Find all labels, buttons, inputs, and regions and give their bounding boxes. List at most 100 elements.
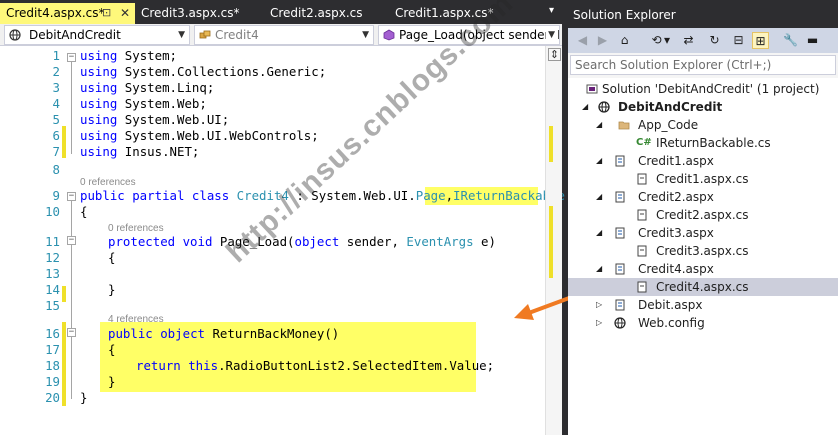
refresh-icon[interactable]: ↻ xyxy=(706,32,723,49)
expander-icon[interactable]: ◢ xyxy=(596,224,602,242)
tree-node-label: Web.config xyxy=(638,316,705,330)
codelens-references[interactable]: 0 references xyxy=(108,223,164,234)
code-line-6: using System.Web.UI.WebControls; xyxy=(80,128,319,143)
forward-icon[interactable]: ▶ xyxy=(594,32,611,49)
expander-icon[interactable]: ◢ xyxy=(596,188,602,206)
change-marker xyxy=(62,322,66,406)
scrollbar-change-marker xyxy=(549,206,553,278)
tree-node-label: Credit2.aspx xyxy=(638,190,714,204)
tree-node-codebehind[interactable]: Credit3.aspx.cs xyxy=(568,242,838,260)
tree-node-codebehind-selected[interactable]: Credit4.aspx.cs xyxy=(568,278,838,296)
line-number: 13 xyxy=(45,266,60,281)
project-dropdown[interactable]: DebitAndCredit ▼ xyxy=(4,25,190,45)
tree-node-page[interactable]: ▷ Debit.aspx xyxy=(568,296,838,314)
tab-credit4-aspx-cs[interactable]: Credit4.aspx.cs* ⊡ ✕ xyxy=(0,3,135,24)
tree-node-folder[interactable]: ◢ App_Code xyxy=(568,116,838,134)
expander-icon[interactable]: ◢ xyxy=(596,260,602,278)
codelens-references[interactable]: 4 references xyxy=(108,314,164,325)
code-line-2: using System.Collections.Generic; xyxy=(80,64,327,79)
collapse-class-icon[interactable]: − xyxy=(67,192,76,201)
expander-icon[interactable]: ▷ xyxy=(596,296,602,314)
tree-node-label: IReturnBackable.cs xyxy=(656,136,771,150)
line-number: 9 xyxy=(52,188,60,203)
line-number: 20 xyxy=(45,390,60,405)
code-line-7: using Insus.NET; xyxy=(80,144,200,159)
close-icon[interactable]: ✕ xyxy=(120,3,130,23)
expander-icon[interactable]: ◢ xyxy=(596,152,602,170)
solution-explorer-search-input[interactable]: Search Solution Explorer (Ctrl+;) xyxy=(570,55,836,75)
tree-node-config[interactable]: ▷ Web.config xyxy=(568,314,838,332)
tree-node-project[interactable]: ◢ DebitAndCredit xyxy=(568,98,838,116)
vertical-scrollbar[interactable]: ⇕ xyxy=(545,46,562,435)
split-window-icon[interactable]: ⇕ xyxy=(548,48,561,61)
tree-node-label: Credit1.aspx xyxy=(638,154,714,168)
home-icon[interactable]: ⌂ xyxy=(616,32,633,49)
web-project-icon xyxy=(598,101,610,113)
solution-explorer-toolbar: ◀ ▶ ⌂ ⟲ ▾ ⇄ ↻ ⊟ ⊞ 🔧 ▬ xyxy=(568,28,838,53)
tree-node-label: App_Code xyxy=(638,118,699,132)
class-dropdown[interactable]: Credit4 ▼ xyxy=(194,25,374,45)
properties-icon[interactable]: 🔧 xyxy=(782,32,799,49)
line-number: 14 xyxy=(45,282,60,297)
method-icon xyxy=(383,29,395,41)
tree-node-codebehind[interactable]: Credit2.aspx.cs xyxy=(568,206,838,224)
preview-icon[interactable]: ▬ xyxy=(804,32,821,49)
code-file-icon xyxy=(637,281,647,293)
scrollbar-change-marker xyxy=(549,126,553,162)
code-line-1: using System; xyxy=(80,48,177,63)
aspx-page-icon xyxy=(615,263,625,275)
code-line-17: { xyxy=(108,342,116,357)
tree-node-page[interactable]: ◢ Credit4.aspx xyxy=(568,260,838,278)
expander-icon[interactable]: ◢ xyxy=(596,116,602,134)
tab-credit2-aspx-cs[interactable]: Credit2.aspx.cs xyxy=(270,3,363,24)
expander-icon[interactable]: ◢ xyxy=(582,98,588,116)
collapse-method-icon[interactable]: − xyxy=(67,328,76,337)
sync-icon[interactable]: ⇄ xyxy=(680,32,697,49)
tree-node-file[interactable]: C# IReturnBackable.cs xyxy=(568,134,838,152)
pin-icon[interactable]: ⊡ xyxy=(102,3,111,23)
code-line-4: using System.Web; xyxy=(80,96,207,111)
chevron-down-icon: ▼ xyxy=(178,30,185,40)
collapse-using-icon[interactable]: − xyxy=(67,53,76,62)
code-line-20: } xyxy=(80,390,88,405)
code-file-icon xyxy=(637,209,647,221)
change-marker xyxy=(62,126,66,158)
tab-list-dropdown-icon[interactable]: ▾ xyxy=(549,5,554,16)
solution-icon xyxy=(586,84,598,94)
tree-node-page[interactable]: ◢ Credit1.aspx xyxy=(568,152,838,170)
line-number: 5 xyxy=(52,112,60,127)
tree-node-label: Solution 'DebitAndCredit' (1 project) xyxy=(602,82,820,96)
line-number: 16 xyxy=(45,326,60,341)
tab-credit3-aspx-cs[interactable]: Credit3.aspx.cs* xyxy=(141,3,240,24)
tree-node-page[interactable]: ◢ Credit3.aspx xyxy=(568,224,838,242)
collapse-all-icon[interactable]: ⊟ xyxy=(730,32,747,49)
show-all-files-icon[interactable]: ⊞ xyxy=(752,32,769,49)
code-line-10: { xyxy=(80,204,88,219)
back-icon[interactable]: ◀ xyxy=(574,32,591,49)
tree-node-label: Debit.aspx xyxy=(638,298,703,312)
chevron-down-icon[interactable]: ▾ xyxy=(662,32,672,49)
code-line-19: } xyxy=(108,374,116,389)
line-number: 2 xyxy=(52,64,60,79)
line-number: 11 xyxy=(45,234,60,249)
expander-icon[interactable]: ▷ xyxy=(596,314,602,332)
panel-title: Solution Explorer xyxy=(568,0,838,28)
aspx-page-icon xyxy=(615,191,625,203)
class-name: Credit4 xyxy=(215,28,259,42)
outline-line xyxy=(71,201,72,399)
aspx-page-icon xyxy=(615,155,625,167)
chevron-down-icon: ▼ xyxy=(362,30,369,40)
code-line-11: protected void Page_Load(object sender, … xyxy=(108,234,496,249)
tree-node-label: DebitAndCredit xyxy=(618,100,723,114)
tree-node-page[interactable]: ◢ Credit2.aspx xyxy=(568,188,838,206)
class-icon xyxy=(199,30,211,39)
code-file-icon xyxy=(637,173,647,185)
collapse-method-icon[interactable]: − xyxy=(67,236,76,245)
line-number: 7 xyxy=(52,144,60,159)
line-number: 1 xyxy=(52,48,60,63)
codelens-references[interactable]: 0 references xyxy=(80,177,136,188)
tree-node-solution[interactable]: Solution 'DebitAndCredit' (1 project) xyxy=(568,80,838,98)
globe-icon xyxy=(9,29,21,41)
tree-node-codebehind[interactable]: Credit1.aspx.cs xyxy=(568,170,838,188)
tab-label: Credit3.aspx.cs* xyxy=(141,6,240,20)
